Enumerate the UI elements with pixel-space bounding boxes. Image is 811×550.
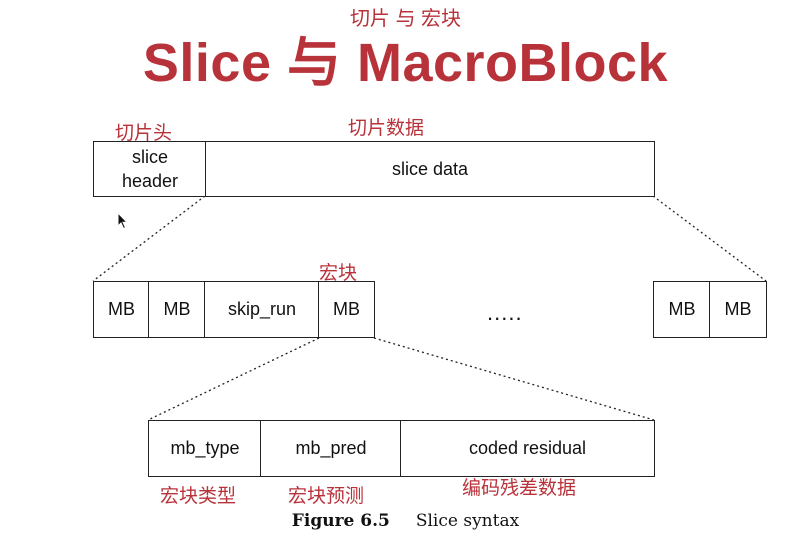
coded-residual-text: coded residual: [468, 438, 587, 458]
mb-cell: MB: [93, 281, 150, 338]
mb-pred-box: mb_pred: [260, 420, 402, 477]
figure-caption: Figure 6.5 Slice syntax: [0, 511, 811, 531]
mb-cell-text: MB: [724, 299, 752, 319]
skip-run-text: skip_run: [227, 299, 297, 319]
coded-residual-box: coded residual: [400, 420, 655, 477]
mb-cell-selected: MB: [318, 281, 375, 338]
slice-data-text: slice data: [391, 158, 469, 179]
mb-pred-label-cn: 宏块预测: [288, 486, 365, 507]
connector-header-to-mb-left: [92, 195, 206, 282]
mouse-cursor-icon: [117, 212, 129, 230]
mb-type-text: mb_type: [170, 438, 240, 458]
figure-number: Figure 6.5: [291, 511, 390, 531]
connector-data-to-mb-right: [652, 195, 767, 282]
mb-cell-text: MB: [333, 299, 360, 319]
mb-cell-text: MB: [163, 299, 191, 319]
connector-mb-to-detail-right: [373, 337, 655, 421]
mb-cell: MB: [148, 281, 206, 338]
mb-pred-text: mb_pred: [295, 438, 367, 458]
connector-mb-to-detail-left: [147, 337, 320, 421]
slice-header-text: slice header: [121, 147, 179, 191]
mb-row-ellipsis: .....: [487, 300, 523, 325]
mb-cell: MB: [653, 281, 711, 338]
slice-data-label-cn: 切片数据: [348, 118, 425, 139]
slice-header-box: slice header: [93, 141, 207, 197]
coded-residual-label-cn: 编码残差数据: [462, 478, 577, 499]
mb-type-box: mb_type: [148, 420, 262, 477]
skip-run-cell: skip_run: [204, 281, 320, 338]
figure-caption-text: Slice syntax: [415, 511, 520, 531]
slice-data-box: slice data: [205, 141, 655, 197]
mb-cell: MB: [709, 281, 767, 338]
mb-cell-text: MB: [108, 299, 135, 319]
mb-type-label-cn: 宏块类型: [160, 486, 237, 507]
mb-cell-text: MB: [668, 299, 696, 319]
